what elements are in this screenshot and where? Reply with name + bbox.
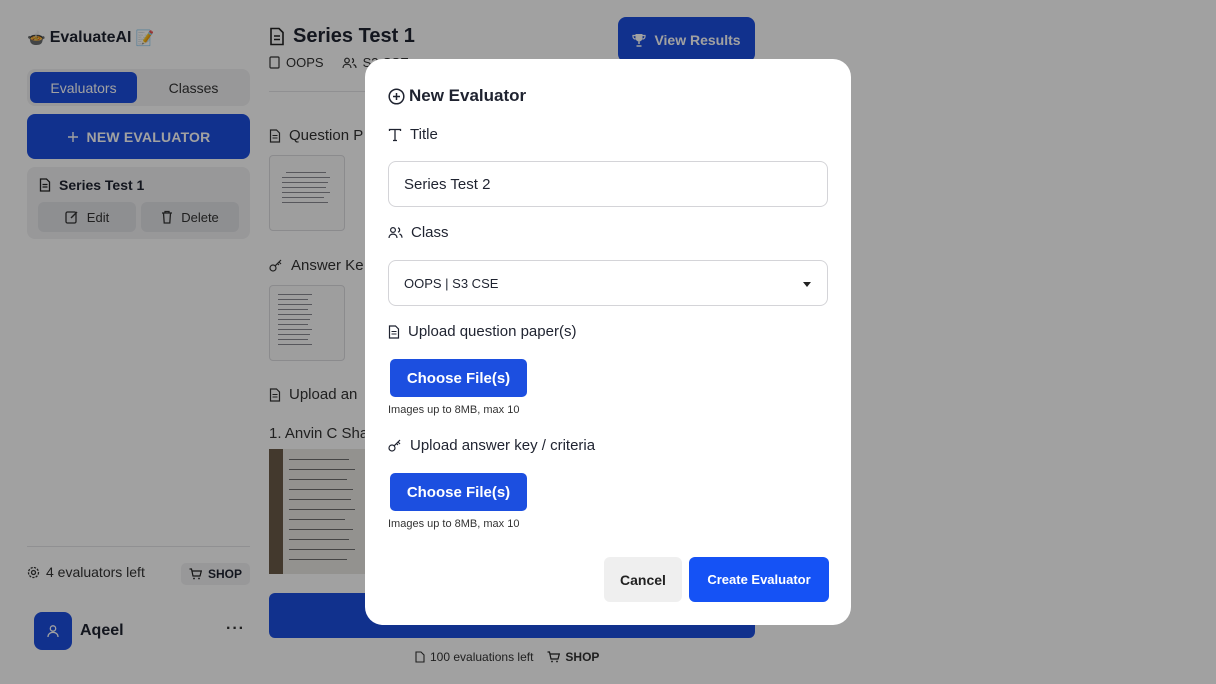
upload-answer-label: Upload answer key / criteria	[388, 437, 595, 454]
dialog-title-text: New Evaluator	[409, 86, 527, 105]
question-file-hint: Images up to 8MB, max 10	[388, 404, 520, 416]
create-evaluator-button[interactable]: Create Evaluator	[689, 557, 829, 602]
dialog-title: New Evaluator	[388, 86, 526, 106]
title-label-text: Title	[410, 126, 438, 143]
cancel-button[interactable]: Cancel	[604, 557, 682, 602]
title-input[interactable]: Series Test 2	[388, 161, 828, 207]
title-label: Title	[388, 126, 438, 143]
upload-question-label: Upload question paper(s)	[388, 323, 576, 340]
class-label: Class	[388, 224, 449, 241]
document-icon	[388, 324, 400, 339]
class-label-text: Class	[411, 224, 449, 241]
class-select[interactable]: OOPS | S3 CSE	[388, 260, 828, 306]
class-select-value: OOPS | S3 CSE	[404, 275, 499, 291]
key-icon	[388, 439, 402, 452]
upload-answer-label-text: Upload answer key / criteria	[410, 437, 596, 454]
chevron-down-icon	[803, 282, 811, 287]
users-icon	[388, 226, 403, 239]
choose-answer-files-button[interactable]: Choose File(s)	[390, 473, 527, 511]
new-evaluator-dialog: New Evaluator Title Series Test 2 Class …	[365, 59, 851, 625]
plus-circle-icon	[388, 87, 405, 105]
upload-question-label-text: Upload question paper(s)	[408, 323, 577, 340]
text-type-icon	[388, 128, 402, 142]
answer-file-hint: Images up to 8MB, max 10	[388, 518, 520, 530]
choose-question-files-button[interactable]: Choose File(s)	[390, 359, 527, 397]
